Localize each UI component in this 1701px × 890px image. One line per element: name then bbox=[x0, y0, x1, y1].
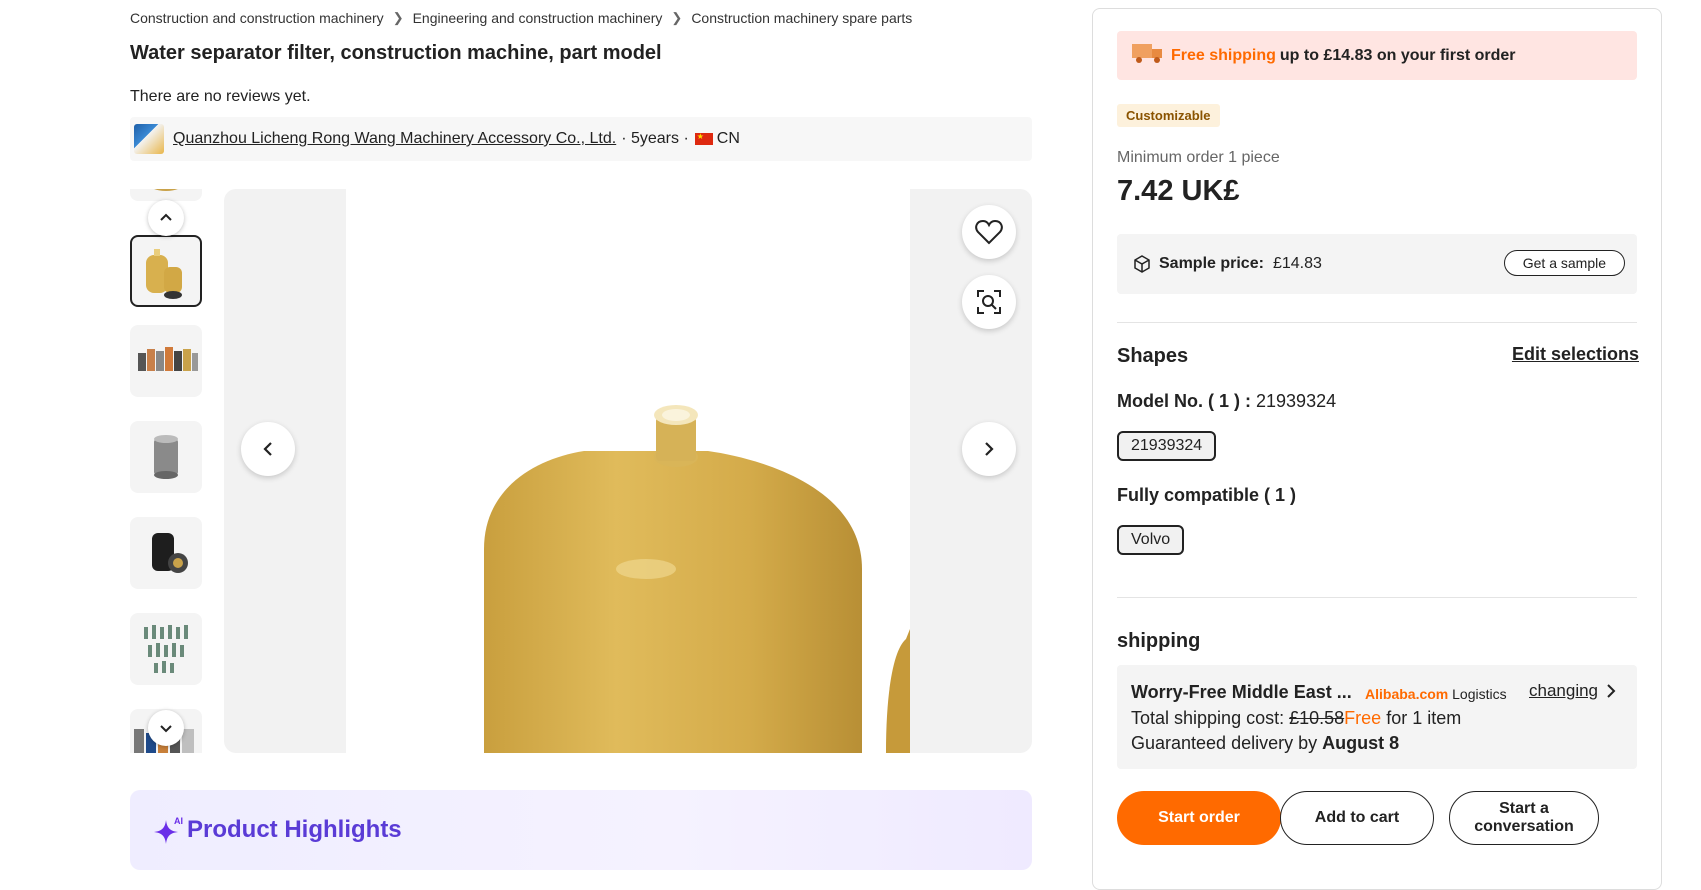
free-shipping-banner: Free shipping up to £14.83 on your first… bbox=[1117, 31, 1637, 80]
thumbnail-scroll-up-button[interactable] bbox=[148, 200, 184, 236]
logistics-brand: Alibaba.com Logistics bbox=[1365, 686, 1507, 702]
compatibility-row: Fully compatible ( 1 ) bbox=[1117, 485, 1296, 506]
shipping-method-box: Worry-Free Middle East ... Alibaba.com L… bbox=[1117, 665, 1637, 769]
model-number-value: 21939324 bbox=[1256, 391, 1337, 411]
chevron-right-icon bbox=[985, 442, 994, 456]
thumbnail-strip bbox=[130, 189, 202, 753]
change-shipping-label: changing bbox=[1529, 681, 1599, 700]
get-sample-button[interactable]: Get a sample bbox=[1503, 250, 1625, 276]
chevron-up-icon bbox=[160, 213, 172, 221]
reviews-status: There are no reviews yet. bbox=[130, 88, 311, 105]
thumbnail[interactable] bbox=[130, 517, 202, 589]
previous-image-button[interactable] bbox=[241, 422, 295, 476]
ai-badge: AI bbox=[174, 816, 183, 826]
customizable-badge: Customizable bbox=[1117, 104, 1220, 127]
image-search-button[interactable] bbox=[962, 275, 1016, 329]
shipping-cost-suffix: for 1 item bbox=[1386, 708, 1462, 728]
supplier-country: CN bbox=[716, 130, 740, 147]
thumbnail[interactable] bbox=[130, 421, 202, 493]
china-flag-icon bbox=[694, 132, 713, 145]
product-highlights-section: AI Product Highlights bbox=[130, 790, 1032, 870]
model-number-label: Model No. ( 1 ) : bbox=[1117, 391, 1251, 411]
breadcrumb-item-construction[interactable]: Construction and construction machinery bbox=[130, 10, 384, 26]
breadcrumb-item-spare-parts[interactable]: Construction machinery spare parts bbox=[691, 10, 912, 26]
delivery-guarantee: Guaranteed delivery by August 8 bbox=[1131, 733, 1399, 754]
chevron-left-icon bbox=[263, 442, 272, 456]
thumbnail[interactable] bbox=[130, 325, 202, 397]
package-icon bbox=[1133, 255, 1151, 273]
shipping-cost-label: Total shipping cost: bbox=[1131, 708, 1285, 728]
chevron-right-icon: ❯ bbox=[671, 10, 683, 25]
divider bbox=[1117, 322, 1637, 323]
shapes-title: Shapes bbox=[1117, 345, 1189, 367]
supplier-name-link[interactable]: Quanzhou Licheng Rong Wang Machinery Acc… bbox=[173, 130, 616, 148]
chevron-right-icon bbox=[1607, 684, 1616, 698]
thumbnail-scroll-down-button[interactable] bbox=[148, 710, 184, 746]
delivery-date: August 8 bbox=[1322, 733, 1400, 753]
main-product-image[interactable] bbox=[224, 189, 1032, 753]
add-to-cart-button[interactable]: Add to cart bbox=[1280, 791, 1434, 845]
sample-price-value: £14.83 bbox=[1272, 255, 1322, 272]
shipping-cost-free: Free bbox=[1344, 708, 1382, 728]
chevron-right-icon: ❯ bbox=[392, 10, 404, 25]
change-shipping-link[interactable]: changing bbox=[1529, 681, 1616, 701]
start-conversation-button[interactable]: Start a conversation bbox=[1449, 791, 1599, 845]
thumbnail-active[interactable] bbox=[130, 235, 202, 307]
sample-price-box: Sample price: £14.83 Get a sample bbox=[1117, 234, 1637, 294]
shipping-cost-original: £10.58 bbox=[1289, 708, 1345, 728]
truck-icon bbox=[1131, 41, 1165, 70]
breadcrumb: Construction and construction machinery … bbox=[130, 10, 912, 26]
breadcrumb-item-engineering[interactable]: Engineering and construction machinery bbox=[413, 10, 663, 26]
shipping-method-name: Worry-Free Middle East ... bbox=[1131, 682, 1352, 702]
favorite-button[interactable] bbox=[962, 205, 1016, 259]
supplier-logo[interactable] bbox=[134, 124, 164, 154]
next-image-button[interactable] bbox=[962, 422, 1016, 476]
delivery-label: Guaranteed delivery by bbox=[1131, 733, 1318, 753]
model-number-row: Model No. ( 1 ) : 21939324 bbox=[1117, 391, 1336, 412]
chevron-down-icon bbox=[160, 725, 172, 733]
filter-image bbox=[484, 405, 910, 753]
supplier-years: · 5years · bbox=[621, 130, 689, 147]
logistics-label: Logistics bbox=[1452, 686, 1507, 702]
compatibility-label: Fully compatible ( 1 ) bbox=[1117, 485, 1297, 505]
image-search-icon bbox=[977, 290, 1001, 314]
shipping-cost: Total shipping cost: £10.58Free for 1 it… bbox=[1131, 708, 1461, 729]
order-panel: Free shipping up to £14.83 on your first… bbox=[1092, 8, 1662, 890]
edit-selections-link[interactable]: Edit selections bbox=[1512, 344, 1639, 365]
divider bbox=[1117, 597, 1637, 598]
free-shipping-detail: up to £14.83 on your first order bbox=[1279, 46, 1516, 64]
sample-price-label: Sample price: bbox=[1159, 255, 1264, 272]
shipping-title: shipping bbox=[1117, 630, 1201, 652]
minimum-order: Minimum order 1 piece bbox=[1117, 149, 1280, 166]
ai-sparkle-icon: AI bbox=[154, 816, 183, 844]
free-shipping-text: Free shipping bbox=[1171, 46, 1276, 64]
product-title: Water separator filter, construction mac… bbox=[130, 42, 662, 64]
product-photo bbox=[346, 189, 910, 753]
supplier-bar: Quanzhou Licheng Rong Wang Machinery Acc… bbox=[130, 117, 1032, 161]
start-order-button[interactable]: Start order bbox=[1117, 791, 1281, 845]
price: 7.42 UK£ bbox=[1117, 175, 1240, 207]
thumbnail[interactable] bbox=[130, 613, 202, 685]
alibaba-brand: Alibaba.com bbox=[1365, 686, 1449, 702]
heart-icon bbox=[975, 219, 1003, 245]
compatibility-chip-volvo[interactable]: Volvo bbox=[1117, 525, 1185, 555]
page-edge bbox=[1690, 0, 1701, 857]
product-highlights-title: Product Highlights bbox=[187, 816, 402, 843]
model-option-chip[interactable]: 21939324 bbox=[1117, 431, 1217, 461]
